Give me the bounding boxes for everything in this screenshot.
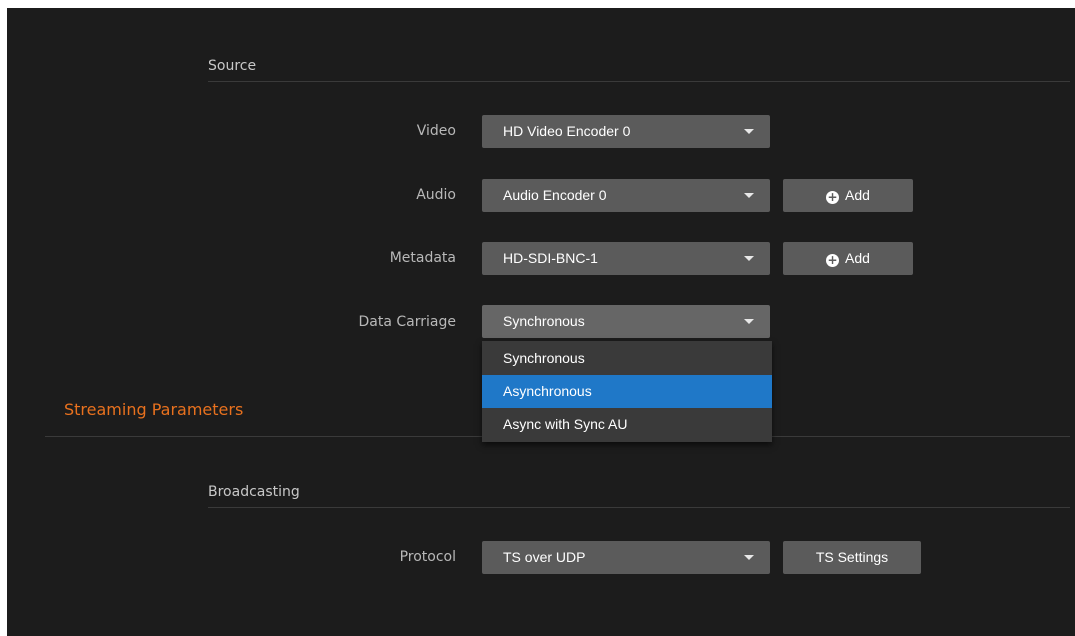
audio-label: Audio xyxy=(416,187,456,203)
metadata-label: Metadata xyxy=(389,250,456,266)
caret-down-icon xyxy=(744,129,754,134)
caret-down-icon xyxy=(744,319,754,324)
data-carriage-select-value: Synchronous xyxy=(503,313,585,329)
dropdown-option-async-with-sync-au[interactable]: Async with Sync AU xyxy=(482,408,772,441)
ts-settings-button[interactable]: TS Settings xyxy=(783,541,921,574)
data-carriage-select[interactable]: Synchronous xyxy=(482,305,770,338)
add-metadata-button[interactable]: + Add xyxy=(783,242,913,275)
protocol-select[interactable]: TS over UDP xyxy=(482,541,770,574)
plus-circle-icon: + xyxy=(826,253,840,267)
streaming-parameters-title: Streaming Parameters xyxy=(64,400,244,419)
plus-circle-icon: + xyxy=(826,190,840,204)
data-carriage-label: Data Carriage xyxy=(358,314,456,330)
protocol-label: Protocol xyxy=(399,549,456,565)
source-section-divider xyxy=(208,81,1070,82)
audio-select-value: Audio Encoder 0 xyxy=(503,187,607,203)
video-label: Video xyxy=(416,123,456,139)
add-metadata-button-label: Add xyxy=(845,250,870,266)
video-select[interactable]: HD Video Encoder 0 xyxy=(482,115,770,148)
metadata-select-value: HD-SDI-BNC-1 xyxy=(503,250,598,266)
protocol-select-value: TS over UDP xyxy=(503,549,586,565)
dropdown-option-synchronous[interactable]: Synchronous xyxy=(482,342,772,375)
caret-down-icon xyxy=(744,256,754,261)
add-audio-button-label: Add xyxy=(845,187,870,203)
metadata-select[interactable]: HD-SDI-BNC-1 xyxy=(482,242,770,275)
source-section-header: Source xyxy=(208,58,257,74)
caret-down-icon xyxy=(744,555,754,560)
video-select-value: HD Video Encoder 0 xyxy=(503,123,631,139)
audio-select[interactable]: Audio Encoder 0 xyxy=(482,179,770,212)
dropdown-option-asynchronous[interactable]: Asynchronous xyxy=(482,375,772,408)
broadcasting-section-header: Broadcasting xyxy=(208,484,300,500)
broadcasting-section-divider xyxy=(208,507,1070,508)
add-audio-button[interactable]: + Add xyxy=(783,179,913,212)
data-carriage-dropdown-menu: Synchronous Asynchronous Async with Sync… xyxy=(482,341,772,442)
settings-panel: Source Video HD Video Encoder 0 Audio Au… xyxy=(7,8,1075,636)
caret-down-icon xyxy=(744,193,754,198)
